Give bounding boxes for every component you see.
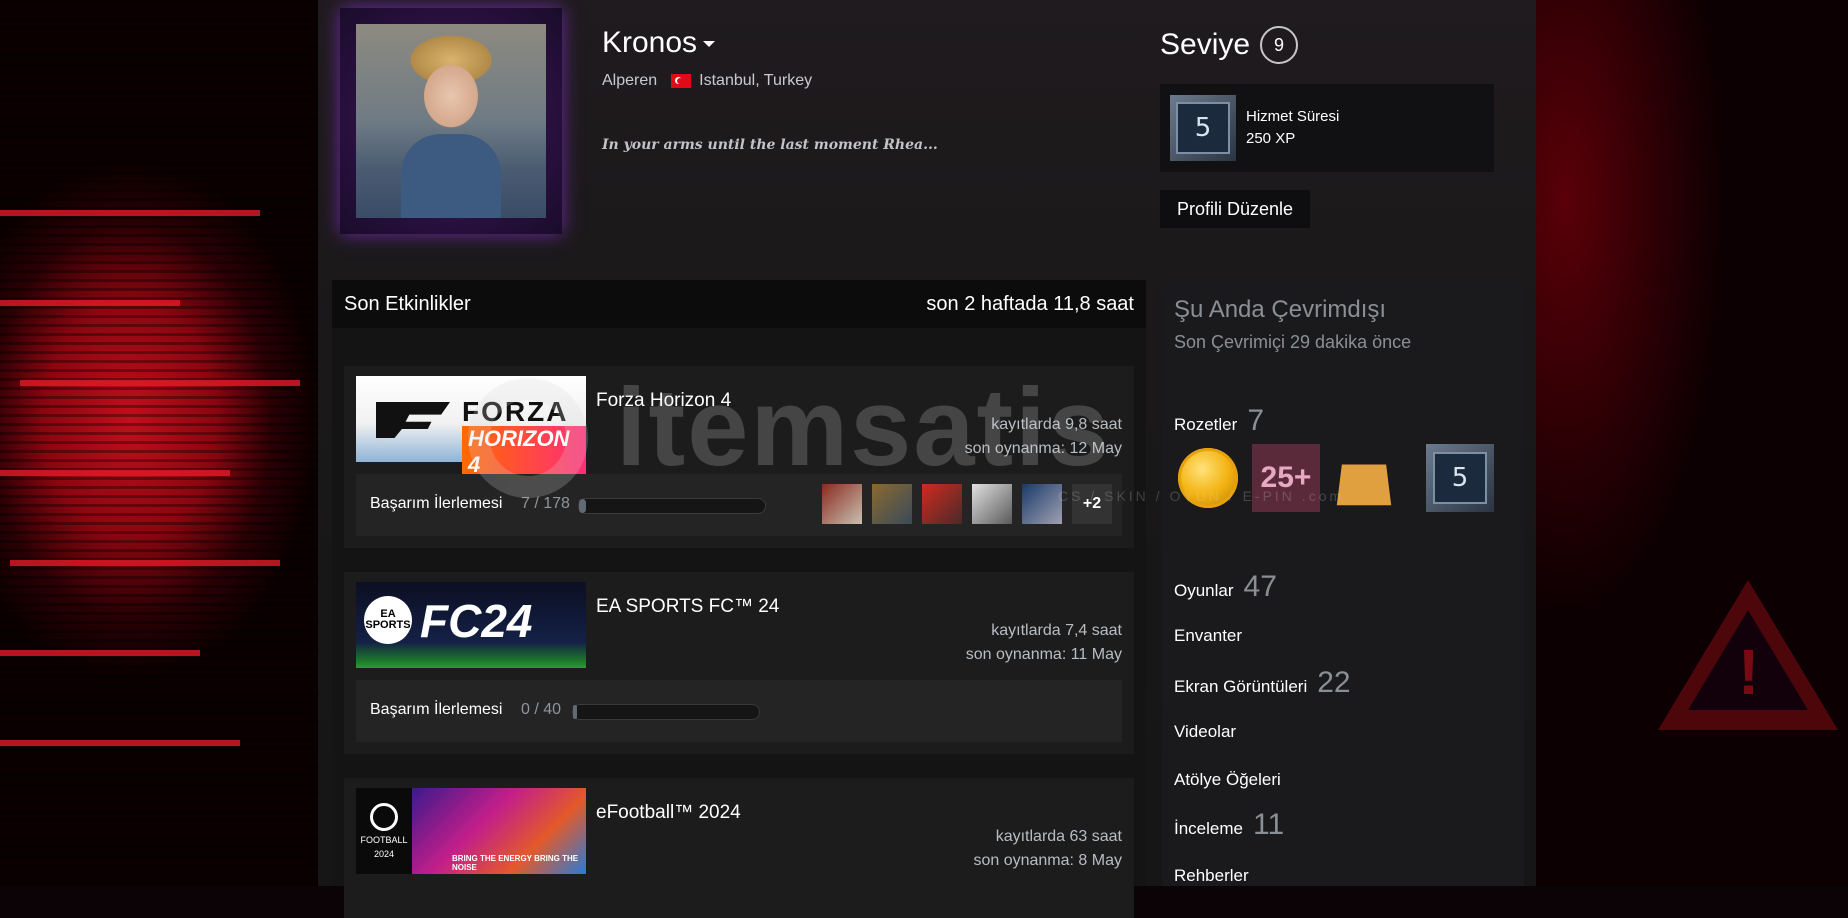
reviews-link[interactable]: İnceleme 11 bbox=[1174, 808, 1284, 842]
workshop-link[interactable]: Atölye Öğeleri bbox=[1174, 770, 1281, 790]
real-name: Alperen bbox=[602, 72, 658, 89]
inventory-link[interactable]: Envanter bbox=[1174, 626, 1242, 646]
videos-link[interactable]: Videolar bbox=[1174, 722, 1236, 742]
warning-mark-icon: ! bbox=[1738, 636, 1760, 708]
game-last-played: son oynanma: 12 May bbox=[964, 440, 1122, 457]
achievement-icon[interactable] bbox=[822, 484, 862, 524]
achievement-icon[interactable] bbox=[872, 484, 912, 524]
badge-xp: 250 XP bbox=[1246, 130, 1296, 147]
badges-count: 7 bbox=[1247, 404, 1264, 437]
achievement-icon[interactable] bbox=[922, 484, 962, 524]
achievement-progress: Başarım İlerlemesi 0 / 40 bbox=[356, 680, 1122, 742]
profile-summary: In your arms until the last moment Rhea.… bbox=[602, 137, 938, 153]
online-status: Şu Anda Çevrimdışı bbox=[1174, 296, 1387, 323]
game-name[interactable]: EA SPORTS FC™ 24 bbox=[596, 596, 779, 618]
game-row: FORZA HORIZON 4 Forza Horizon 4 kayıtlar… bbox=[344, 366, 1134, 548]
games-link[interactable]: Oyunlar 47 bbox=[1174, 570, 1277, 604]
achievement-icon[interactable] bbox=[972, 484, 1012, 524]
games-25-badge-icon[interactable]: 25+ bbox=[1252, 444, 1320, 512]
game-hours: kayıtlarda 7,4 saat bbox=[991, 622, 1122, 639]
achievement-bar-fill bbox=[573, 705, 577, 719]
game-hours: kayıtlarda 63 saat bbox=[995, 828, 1122, 845]
level-circle[interactable]: 9 bbox=[1260, 26, 1299, 64]
achievement-bar-fill bbox=[579, 499, 587, 513]
screenshots-link[interactable]: Ekran Görüntüleri 22 bbox=[1174, 666, 1351, 700]
glitch-stripe bbox=[0, 650, 200, 656]
favorite-badge[interactable]: 5 Hizmet Süresi 250 XP bbox=[1160, 84, 1494, 172]
glitch-stripe bbox=[20, 380, 300, 386]
achievement-label[interactable]: Başarım İlerlemesi bbox=[370, 495, 502, 513]
achievement-count: 7 / 178 bbox=[521, 495, 570, 512]
badges-link[interactable]: Rozetler 7 bbox=[1174, 404, 1264, 438]
persona-name: Kronos bbox=[602, 26, 698, 59]
glitch-stripe bbox=[0, 470, 230, 476]
turkey-flag-icon bbox=[671, 74, 692, 88]
game-name[interactable]: Forza Horizon 4 bbox=[596, 390, 731, 412]
badge-name: Hizmet Süresi bbox=[1246, 108, 1340, 125]
edit-profile-button[interactable]: Profili Düzenle bbox=[1160, 190, 1310, 228]
game-capsule-efootball[interactable]: FOOTBALL 2024 BRING THE ENERGY BRING THE… bbox=[356, 788, 586, 874]
avatar[interactable] bbox=[356, 24, 546, 218]
background-right-art: ! bbox=[1536, 0, 1848, 886]
years-badge-icon[interactable]: 5 bbox=[1426, 444, 1494, 512]
achievement-bar bbox=[578, 498, 766, 514]
recent-activity-title[interactable]: Son Etkinlikler bbox=[344, 293, 471, 316]
game-last-played: son oynanma: 8 May bbox=[973, 852, 1122, 869]
glitch-stripe bbox=[10, 560, 280, 566]
efootball-logo-icon: FOOTBALL 2024 bbox=[356, 788, 412, 874]
game-capsule-fc24[interactable]: EA SPORTS FC24 bbox=[356, 582, 586, 668]
gift-badge-icon[interactable] bbox=[1336, 450, 1392, 506]
badge-row: 25+ 5 bbox=[1174, 444, 1494, 512]
game-last-played: son oynanma: 11 May bbox=[965, 646, 1122, 663]
game-capsule-forza[interactable]: FORZA HORIZON 4 bbox=[356, 376, 586, 478]
achievement-icons: +2 bbox=[822, 484, 1112, 524]
coin-badge-icon[interactable] bbox=[1178, 448, 1238, 508]
achievement-count: 0 / 40 bbox=[521, 701, 562, 718]
recent-activity: Son Etkinlikler son 2 haftada 11,8 saat … bbox=[332, 280, 1146, 918]
glitch-stripe bbox=[0, 300, 180, 306]
recent-activity-header: Son Etkinlikler son 2 haftada 11,8 saat bbox=[332, 280, 1146, 328]
level-label: Seviye bbox=[1160, 28, 1251, 61]
years-of-service-badge-icon: 5 bbox=[1170, 95, 1236, 161]
game-row: EA SPORTS FC24 EA SPORTS FC™ 24 kayıtlar… bbox=[344, 572, 1134, 754]
background-left-art bbox=[0, 0, 318, 886]
guides-link[interactable]: Rehberler bbox=[1174, 866, 1249, 886]
game-row: FOOTBALL 2024 BRING THE ENERGY BRING THE… bbox=[344, 778, 1134, 918]
game-name[interactable]: eFootball™ 2024 bbox=[596, 802, 741, 824]
game-hours: kayıtlarda 9,8 saat bbox=[991, 416, 1122, 433]
profile-page: Kronos Alperen Istanbul, Turkey In your … bbox=[318, 0, 1536, 918]
glitch-stripe bbox=[0, 740, 240, 746]
achievement-progress: Başarım İlerlemesi 7 / 178 +2 bbox=[356, 474, 1122, 536]
glitch-stripe bbox=[0, 210, 260, 216]
location: Istanbul, Turkey bbox=[699, 72, 813, 89]
achievement-icon[interactable] bbox=[1022, 484, 1062, 524]
avatar-frame bbox=[340, 8, 562, 234]
profile-name[interactable]: Kronos bbox=[602, 26, 716, 60]
achievement-label[interactable]: Başarım İlerlemesi bbox=[370, 701, 502, 719]
level-header: Seviye 9 bbox=[1160, 26, 1299, 64]
achievement-bar bbox=[572, 704, 760, 720]
forza-logo-icon bbox=[376, 402, 450, 438]
last-online: Son Çevrimiçi 29 dakika önce bbox=[1174, 332, 1412, 352]
profile-sidebar: Şu Anda Çevrimdışı Son Çevrimiçi 29 daki… bbox=[1162, 280, 1524, 886]
recent-hours: son 2 haftada 11,8 saat bbox=[926, 292, 1134, 315]
more-achievements[interactable]: +2 bbox=[1072, 484, 1112, 524]
profile-identity: Alperen Istanbul, Turkey bbox=[602, 72, 812, 90]
ea-sports-logo-icon: EA SPORTS bbox=[364, 596, 412, 644]
caret-down-icon[interactable] bbox=[703, 41, 716, 48]
